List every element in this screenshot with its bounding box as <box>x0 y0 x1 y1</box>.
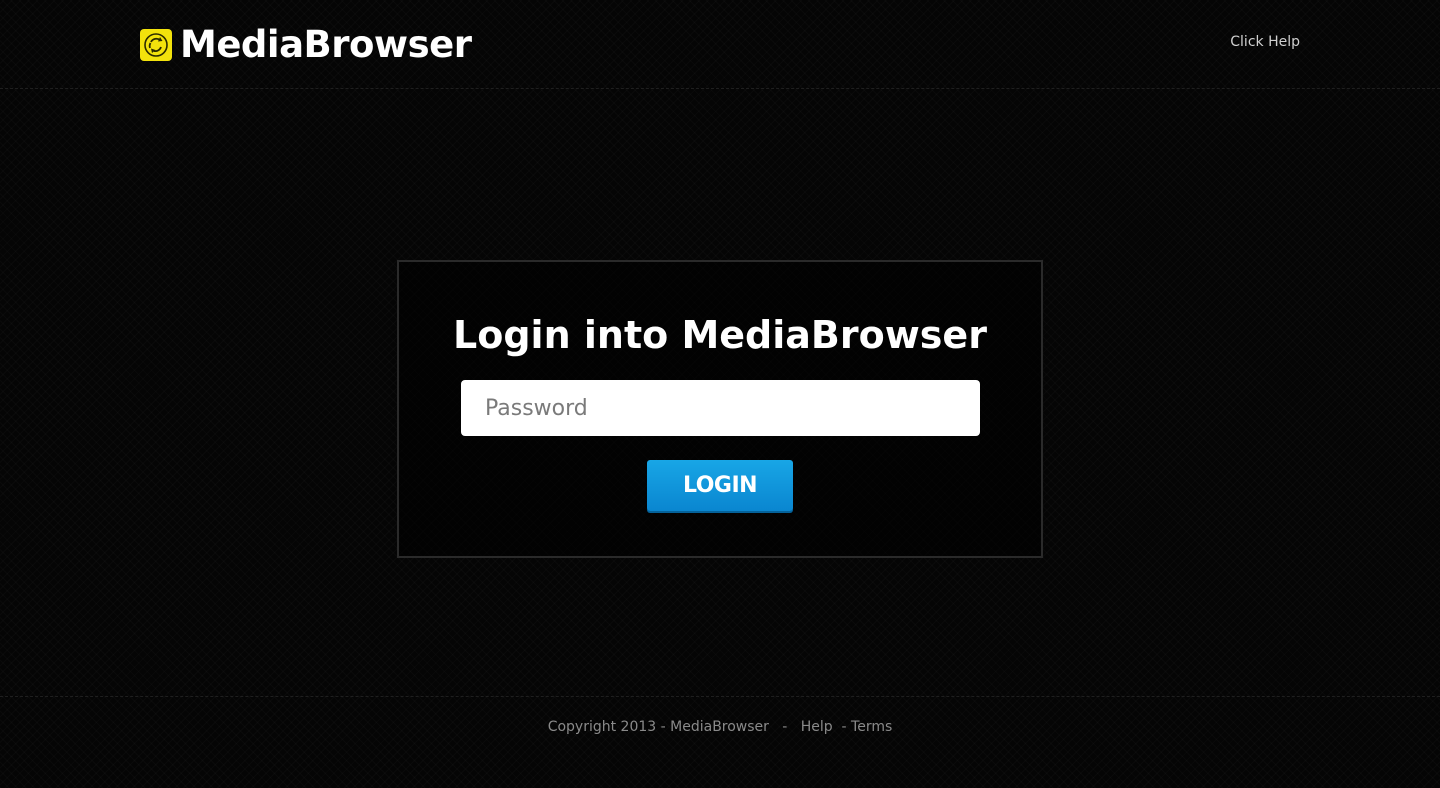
copyright-text: Copyright 2013 - MediaBrowser <box>547 719 769 735</box>
login-box: Login into MediaBrowser LOGIN <box>397 260 1043 558</box>
login-title: Login into MediaBrowser <box>453 313 987 357</box>
login-page: MediaBrowser Click Help Login into Media… <box>0 0 1440 788</box>
footer-terms-link[interactable]: Terms <box>851 719 892 735</box>
recycle-arrows-icon <box>140 29 172 61</box>
footer: Copyright 2013 - MediaBrowser - Help - T… <box>0 696 1440 788</box>
brand-name: MediaBrowser <box>180 23 472 66</box>
login-button[interactable]: LOGIN <box>647 460 793 511</box>
footer-help-link[interactable]: Help <box>801 719 833 735</box>
footer-line: Copyright 2013 - MediaBrowser - Help - T… <box>0 719 1440 735</box>
footer-separator: - <box>782 719 788 735</box>
password-input[interactable] <box>461 380 980 436</box>
footer-separator: - <box>841 719 847 735</box>
click-help-link[interactable]: Click Help <box>1230 34 1300 50</box>
header: MediaBrowser Click Help <box>0 0 1440 89</box>
brand-logo-link[interactable]: MediaBrowser <box>140 22 472 68</box>
